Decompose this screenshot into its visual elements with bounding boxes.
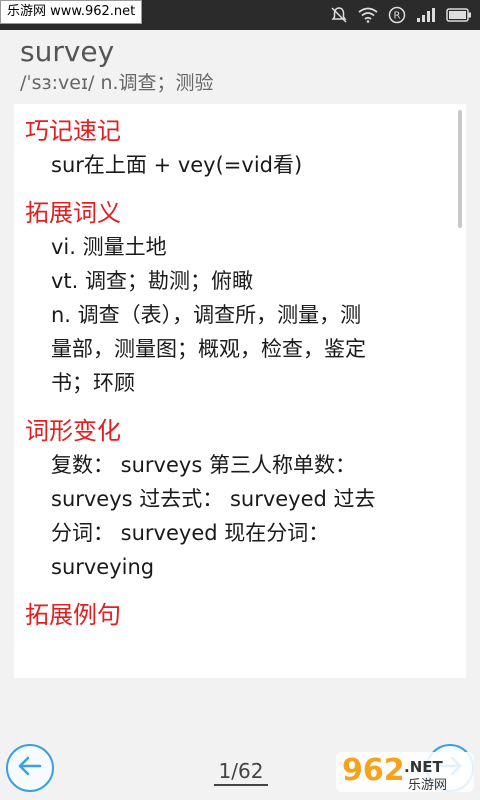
section-line: n. 调查（表），调查所，测量，测	[51, 303, 362, 327]
section-line: vi. 测量土地	[51, 235, 167, 259]
section-example-sentences: 拓展例句	[25, 598, 438, 632]
content-card[interactable]: 巧记速记 sur在上面 + vey(=vid看) 拓展词义 vi. 测量土地 v…	[14, 104, 466, 678]
word-header: survey /ˈsɜ:veɪ/ n.调查；测验	[20, 34, 460, 96]
section-line: 分词： surveyed 现在分词：	[51, 521, 330, 545]
card-content: 巧记速记 sur在上面 + vey(=vid看) 拓展词义 vi. 测量土地 v…	[14, 104, 466, 632]
scrollbar-thumb[interactable]	[458, 110, 462, 228]
watermark-logo-big: 962	[342, 753, 405, 788]
section-line: sur在上面 + vey(=vid看)	[51, 153, 303, 177]
section-line: 复数： surveys 第三人称单数：	[51, 453, 356, 477]
wifi-icon	[358, 7, 378, 23]
section-title: 拓展例句	[25, 601, 121, 629]
watermark-text: 乐游网 www.962.net	[0, 0, 143, 24]
status-icons: R	[330, 4, 472, 26]
section-line: 量部，测量图；概观，检查，鉴定	[51, 337, 366, 361]
section-body: vi. 测量土地 vt. 调查；勘测；俯瞰 n. 调查（表），调查所，测量，测 …	[25, 230, 438, 400]
section-word-forms: 词形变化 复数： surveys 第三人称单数： surveys 过去式： su…	[25, 414, 438, 584]
word-phonetic: /ˈsɜ:veɪ/ n.调查；测验	[20, 72, 214, 94]
registered-icon: R	[388, 6, 406, 24]
battery-icon	[446, 8, 472, 22]
section-title: 巧记速记	[25, 117, 121, 145]
section-mnemonic: 巧记速记 sur在上面 + vey(=vid看)	[25, 114, 438, 182]
watermark-logo: 962 .NET 乐游网	[336, 752, 474, 793]
section-title: 拓展词义	[25, 199, 121, 227]
section-body: 复数： surveys 第三人称单数： surveys 过去式： surveye…	[25, 448, 438, 584]
section-line: surveying	[51, 555, 155, 579]
page-indicator: 1/62	[214, 758, 268, 786]
section-extended-meanings: 拓展词义 vi. 测量土地 vt. 调查；勘测；俯瞰 n. 调查（表），调查所，…	[25, 196, 438, 400]
word-title: survey	[20, 35, 115, 68]
section-body: sur在上面 + vey(=vid看)	[25, 148, 438, 182]
status-bar: 乐游网 www.962.net R	[0, 0, 480, 30]
arrow-left-icon	[17, 756, 43, 780]
mute-icon	[330, 6, 348, 24]
watermark-logo-sub: 乐游网	[408, 778, 447, 793]
section-line: surveys 过去式： surveyed 过去	[51, 487, 376, 511]
back-button[interactable]	[6, 744, 54, 792]
watermark-logo-net: .NET	[404, 758, 443, 776]
svg-text:R: R	[394, 11, 401, 22]
bottom-bar: 1/62 962 .NET 乐游网	[0, 736, 480, 800]
section-line: 书；环顾	[51, 371, 135, 395]
section-title: 词形变化	[25, 417, 121, 445]
signal-icon	[416, 7, 436, 23]
section-line: vt. 调查；勘测；俯瞰	[51, 269, 254, 293]
app-screen: 乐游网 www.962.net R survey /ˈsɜ:veɪ/ n.调查；…	[0, 0, 480, 800]
